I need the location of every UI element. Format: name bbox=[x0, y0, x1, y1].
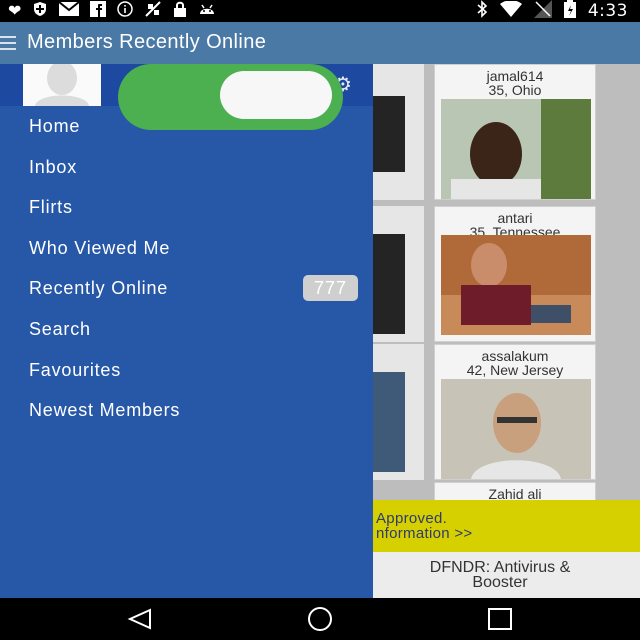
online-toggle[interactable] bbox=[118, 64, 343, 130]
menu-item-newest-members[interactable]: Newest Members bbox=[0, 390, 373, 431]
member-name: assalakum bbox=[481, 348, 549, 364]
member-photo bbox=[441, 379, 591, 479]
mail-icon bbox=[58, 0, 81, 21]
recents-icon[interactable] bbox=[480, 606, 520, 632]
member-photo bbox=[441, 235, 591, 335]
menu-item-label: Flirts bbox=[29, 197, 73, 218]
member-name: antari bbox=[497, 210, 533, 226]
hamburger-icon[interactable] bbox=[0, 36, 16, 50]
bluetooth-icon bbox=[476, 0, 488, 23]
status-bar: ❤ 4:33 bbox=[0, 0, 640, 22]
toggle-knob[interactable] bbox=[220, 71, 332, 119]
menu-item-label: Home bbox=[29, 116, 81, 136]
member-card[interactable]: antari 35, Tennessee bbox=[434, 206, 596, 342]
android-icon bbox=[198, 2, 216, 21]
battery-icon bbox=[563, 0, 576, 23]
member-card[interactable]: jamal614 35, Ohio bbox=[434, 64, 596, 200]
page-title: Members Recently Online bbox=[27, 31, 267, 53]
menu-item-inbox[interactable]: Inbox bbox=[0, 147, 373, 188]
avatar[interactable] bbox=[23, 64, 101, 106]
member-location: 42, New Jersey bbox=[466, 362, 564, 378]
member-photo bbox=[441, 99, 591, 199]
no-signal-icon bbox=[533, 0, 552, 23]
member-card[interactable]: assalakum 42, New Jersey bbox=[434, 344, 596, 480]
menu-item-label: Favourites bbox=[29, 359, 122, 380]
banner-link[interactable]: nformation >> bbox=[376, 525, 472, 542]
menu-item-recently-online[interactable]: Recently Online 777 bbox=[0, 268, 373, 309]
home-icon[interactable] bbox=[300, 606, 340, 632]
menu-item-favourites[interactable]: Favourites bbox=[0, 350, 373, 391]
member-name: Zahid ali bbox=[488, 486, 542, 502]
lock-icon bbox=[173, 1, 187, 22]
drawer-menu: Home Inbox Flirts Who Viewed Me Recently… bbox=[0, 106, 373, 431]
ad-subtitle: Booster bbox=[472, 574, 528, 591]
member-location: 35, Ohio bbox=[488, 82, 542, 98]
menu-item-search[interactable]: Search bbox=[0, 309, 373, 350]
wifi-icon bbox=[499, 0, 522, 22]
clock: 4:33 bbox=[587, 1, 628, 21]
system-nav-bar bbox=[0, 598, 640, 640]
menu-item-who-viewed-me[interactable]: Who Viewed Me bbox=[0, 228, 373, 269]
menu-item-label: Inbox bbox=[29, 156, 78, 177]
member-name: jamal614 bbox=[486, 68, 544, 84]
app-bar: Members Recently Online bbox=[0, 22, 640, 64]
satellite-icon bbox=[144, 0, 162, 23]
shield-icon bbox=[32, 1, 48, 22]
count-badge: 777 bbox=[303, 275, 358, 302]
menu-item-label: Search bbox=[29, 318, 91, 339]
heart-icon: ❤ bbox=[8, 3, 22, 20]
menu-item-label: Newest Members bbox=[29, 400, 181, 421]
navigation-drawer: ⚙ Home Inbox Flirts Who Viewed Me Recent… bbox=[0, 64, 373, 598]
menu-item-label: Who Viewed Me bbox=[29, 237, 171, 258]
menu-item-flirts[interactable]: Flirts bbox=[0, 187, 373, 228]
facebook-icon bbox=[90, 0, 107, 22]
menu-item-label: Recently Online bbox=[29, 278, 169, 299]
back-icon[interactable] bbox=[120, 606, 160, 632]
info-icon bbox=[117, 0, 134, 22]
